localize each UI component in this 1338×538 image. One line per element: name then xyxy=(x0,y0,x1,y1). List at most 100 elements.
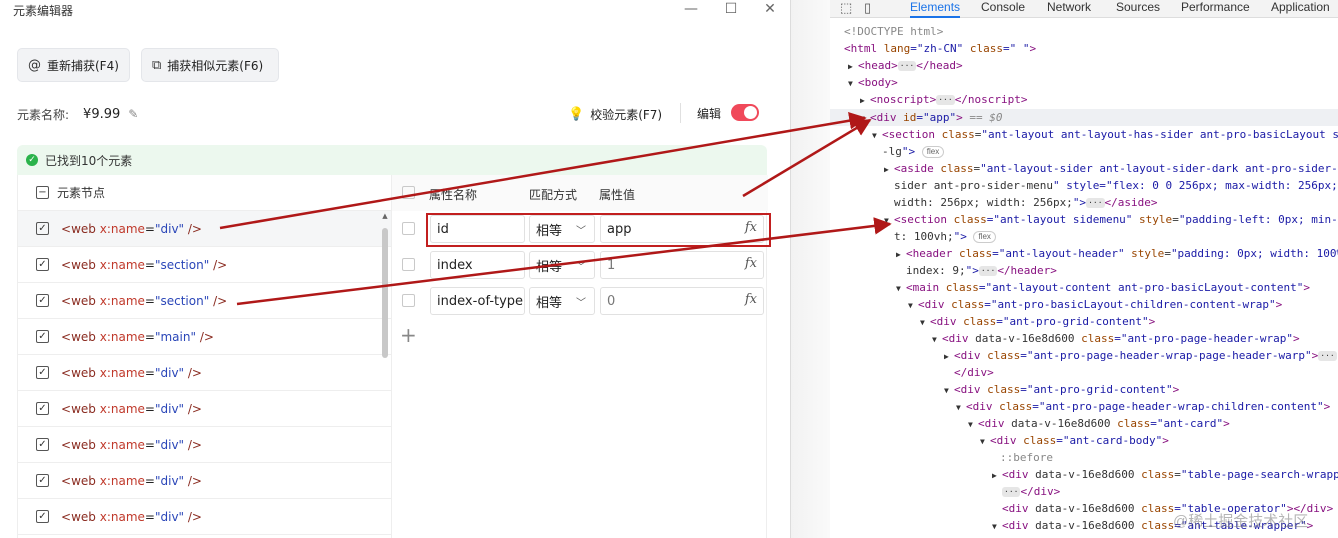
attribute-name-field[interactable]: index-of-type xyxy=(430,287,525,315)
collapse-triangle-icon[interactable]: ▼ xyxy=(884,212,894,229)
dom-node-line[interactable]: ▶ <aside class="ant-layout-sider ant-layo… xyxy=(884,160,1338,177)
scroll-up-icon[interactable]: ▲ xyxy=(380,212,390,220)
dom-node-line[interactable]: ▶ <div data-v-16e8d600 class="table-page-… xyxy=(992,466,1338,483)
node-row[interactable]: ✓ <web x:name="section" /> xyxy=(18,247,391,283)
attrs-select-all-checkbox[interactable] xyxy=(402,186,415,199)
node-row[interactable]: ✓ <web x:name="div" /> xyxy=(18,211,391,247)
dom-node-line[interactable]: sider ant-pro-sider-menu" style="flex: 0… xyxy=(894,177,1338,194)
attribute-value-field[interactable]: 1 fx xyxy=(600,251,764,279)
inspect-icon[interactable]: ⬚ xyxy=(840,0,852,16)
collapse-triangle-icon[interactable]: ▼ xyxy=(872,127,882,144)
expand-triangle-icon[interactable]: ▶ xyxy=(860,92,870,109)
attribute-checkbox[interactable] xyxy=(402,294,415,307)
dom-node-line[interactable]: ▼ <div data-v-16e8d600 class="ant-pro-pag… xyxy=(932,330,1300,347)
dom-node-line[interactable]: ▼ <div class="ant-pro-grid-content"> xyxy=(944,381,1179,398)
ellipsis-badge[interactable]: ··· xyxy=(1318,351,1337,361)
attribute-value-field[interactable]: 0 fx xyxy=(600,287,764,315)
node-checkbox[interactable]: ✓ xyxy=(36,330,49,343)
dom-node-line[interactable]: width: 256px; width: 256px;"> ··· </aside> xyxy=(894,194,1158,211)
collapse-triangle-icon[interactable]: ▼ xyxy=(968,416,978,433)
dom-node-line[interactable]: ▼ <div class="ant-card-body"> xyxy=(980,432,1169,449)
node-checkbox[interactable]: ✓ xyxy=(36,438,49,451)
nodes-scrollbar[interactable]: ▲ xyxy=(380,212,390,538)
dom-node-line[interactable]: ▼ <div data-v-16e8d600 class="ant-card"> xyxy=(968,415,1230,432)
dom-node-line[interactable]: ▼ <div class="ant-pro-page-header-wrap-ch… xyxy=(956,398,1330,415)
node-row[interactable]: ✓ <web x:name="section" /> xyxy=(18,283,391,319)
expand-triangle-icon[interactable]: ▶ xyxy=(944,348,954,365)
node-checkbox[interactable]: ✓ xyxy=(36,294,49,307)
dom-node-line[interactable]: ▼ <div class="ant-pro-grid-content"> xyxy=(920,313,1155,330)
scrollbar-thumb[interactable] xyxy=(382,228,388,358)
node-row[interactable]: ✓ <web x:name="div" /> xyxy=(18,499,391,535)
devtools-tab-sources[interactable]: Sources xyxy=(1116,0,1160,18)
collapse-triangle-icon[interactable]: ▼ xyxy=(932,331,942,348)
dom-node-line[interactable]: <html lang="zh-CN" class=" "> xyxy=(844,40,1036,57)
dom-node-line[interactable]: ▼ <section class="ant-layout sidemenu" st… xyxy=(884,211,1338,228)
ellipsis-badge[interactable]: ··· xyxy=(978,266,998,276)
node-checkbox[interactable]: ✓ xyxy=(36,366,49,379)
dom-node-line[interactable]: ▶ <div class="ant-pro-page-header-wrap-pa… xyxy=(944,347,1337,364)
edit-toggle[interactable] xyxy=(731,104,759,121)
attribute-match-select[interactable]: 相等 ﹀ xyxy=(529,287,595,315)
dom-node-line[interactable]: ▶ <noscript> ··· </noscript> xyxy=(860,91,1028,108)
collapse-triangle-icon[interactable]: ▼ xyxy=(848,75,858,92)
device-toolbar-icon[interactable]: ▯ xyxy=(864,0,871,16)
verify-element-button[interactable]: 💡 校验元素(F7) xyxy=(568,104,662,124)
collapse-triangle-icon[interactable]: ▼ xyxy=(956,399,966,416)
dom-node-line[interactable]: index: 9;"> ··· </header> xyxy=(906,262,1057,279)
node-row[interactable]: ✓ <web x:name="div" /> xyxy=(18,391,391,427)
dom-node-line[interactable]: ▼ <main class="ant-layout-content ant-pro… xyxy=(896,279,1310,296)
expand-triangle-icon[interactable]: ▶ xyxy=(848,58,858,75)
expand-triangle-icon[interactable]: ▶ xyxy=(896,246,906,263)
collapse-triangle-icon[interactable]: ▼ xyxy=(992,518,1002,535)
attribute-checkbox[interactable] xyxy=(402,222,415,235)
node-checkbox[interactable]: ✓ xyxy=(36,402,49,415)
dom-node-line[interactable]: ::before xyxy=(1000,449,1053,466)
devtools-tab-console[interactable]: Console xyxy=(981,0,1025,18)
dom-node-line[interactable]: ▶ <head> ··· </head> xyxy=(848,57,963,74)
dom-node-line[interactable]: ▼ <body> xyxy=(848,74,898,91)
add-attribute-button[interactable]: + xyxy=(400,323,417,347)
fx-icon[interactable]: fx xyxy=(745,292,757,307)
minimize-button[interactable]: — xyxy=(682,1,700,17)
maximize-button[interactable]: ☐ xyxy=(722,1,740,17)
devtools-tab-performance[interactable]: Performance xyxy=(1181,0,1250,18)
attribute-name-field[interactable]: index xyxy=(430,251,525,279)
select-all-checkbox[interactable]: − xyxy=(36,186,49,199)
devtools-tab-application[interactable]: Application xyxy=(1271,0,1330,18)
dom-node-line[interactable]: ▼ <div id="app"> == $0 xyxy=(830,109,1338,126)
dom-node-line[interactable]: </div> xyxy=(954,364,994,381)
pencil-icon[interactable]: ✎ xyxy=(128,107,138,121)
node-checkbox[interactable]: ✓ xyxy=(36,222,49,235)
ellipsis-badge[interactable]: ··· xyxy=(897,61,917,71)
dom-node-line[interactable]: ▼ <section class="ant-layout ant-layout-h… xyxy=(872,126,1338,143)
dom-node-line[interactable]: t: 100vh;"> flex xyxy=(894,228,996,245)
ellipsis-badge[interactable]: ··· xyxy=(1086,198,1105,208)
node-row[interactable]: ✓ <web x:name="div" /> xyxy=(18,355,391,391)
capture-similar-button[interactable]: ⧉ 捕获相似元素(F6) xyxy=(141,48,279,82)
dom-node-line[interactable]: -lg"> flex xyxy=(882,143,945,160)
expand-triangle-icon[interactable]: ▶ xyxy=(992,467,1002,484)
close-button[interactable]: ✕ xyxy=(761,1,779,17)
ellipsis-badge[interactable]: ··· xyxy=(1002,487,1021,497)
collapse-triangle-icon[interactable]: ▼ xyxy=(920,314,930,331)
node-row[interactable]: ✓ <web x:name="div" /> xyxy=(18,427,391,463)
collapse-triangle-icon[interactable]: ▼ xyxy=(944,382,954,399)
node-row[interactable]: ✓ <web x:name="main" /> xyxy=(18,319,391,355)
dom-node-line[interactable]: ▶ <header class="ant-layout-header" style… xyxy=(896,245,1338,262)
collapse-triangle-icon[interactable]: ▼ xyxy=(860,110,870,127)
expand-triangle-icon[interactable]: ▶ xyxy=(884,161,894,178)
node-row[interactable]: ✓ <web x:name="div" /> xyxy=(18,463,391,499)
recapture-button[interactable]: @ 重新捕获(F4) xyxy=(17,48,130,82)
dom-node-line[interactable]: <!DOCTYPE html> xyxy=(844,23,943,40)
ellipsis-badge[interactable]: ··· xyxy=(936,95,955,105)
node-checkbox[interactable]: ✓ xyxy=(36,474,49,487)
collapse-triangle-icon[interactable]: ▼ xyxy=(908,297,918,314)
collapse-triangle-icon[interactable]: ▼ xyxy=(896,280,906,297)
node-checkbox[interactable]: ✓ xyxy=(36,258,49,271)
devtools-tab-elements[interactable]: Elements xyxy=(910,0,961,18)
node-checkbox[interactable]: ✓ xyxy=(36,510,49,523)
fx-icon[interactable]: fx xyxy=(745,256,757,271)
collapse-triangle-icon[interactable]: ▼ xyxy=(980,433,990,450)
attribute-checkbox[interactable] xyxy=(402,258,415,271)
